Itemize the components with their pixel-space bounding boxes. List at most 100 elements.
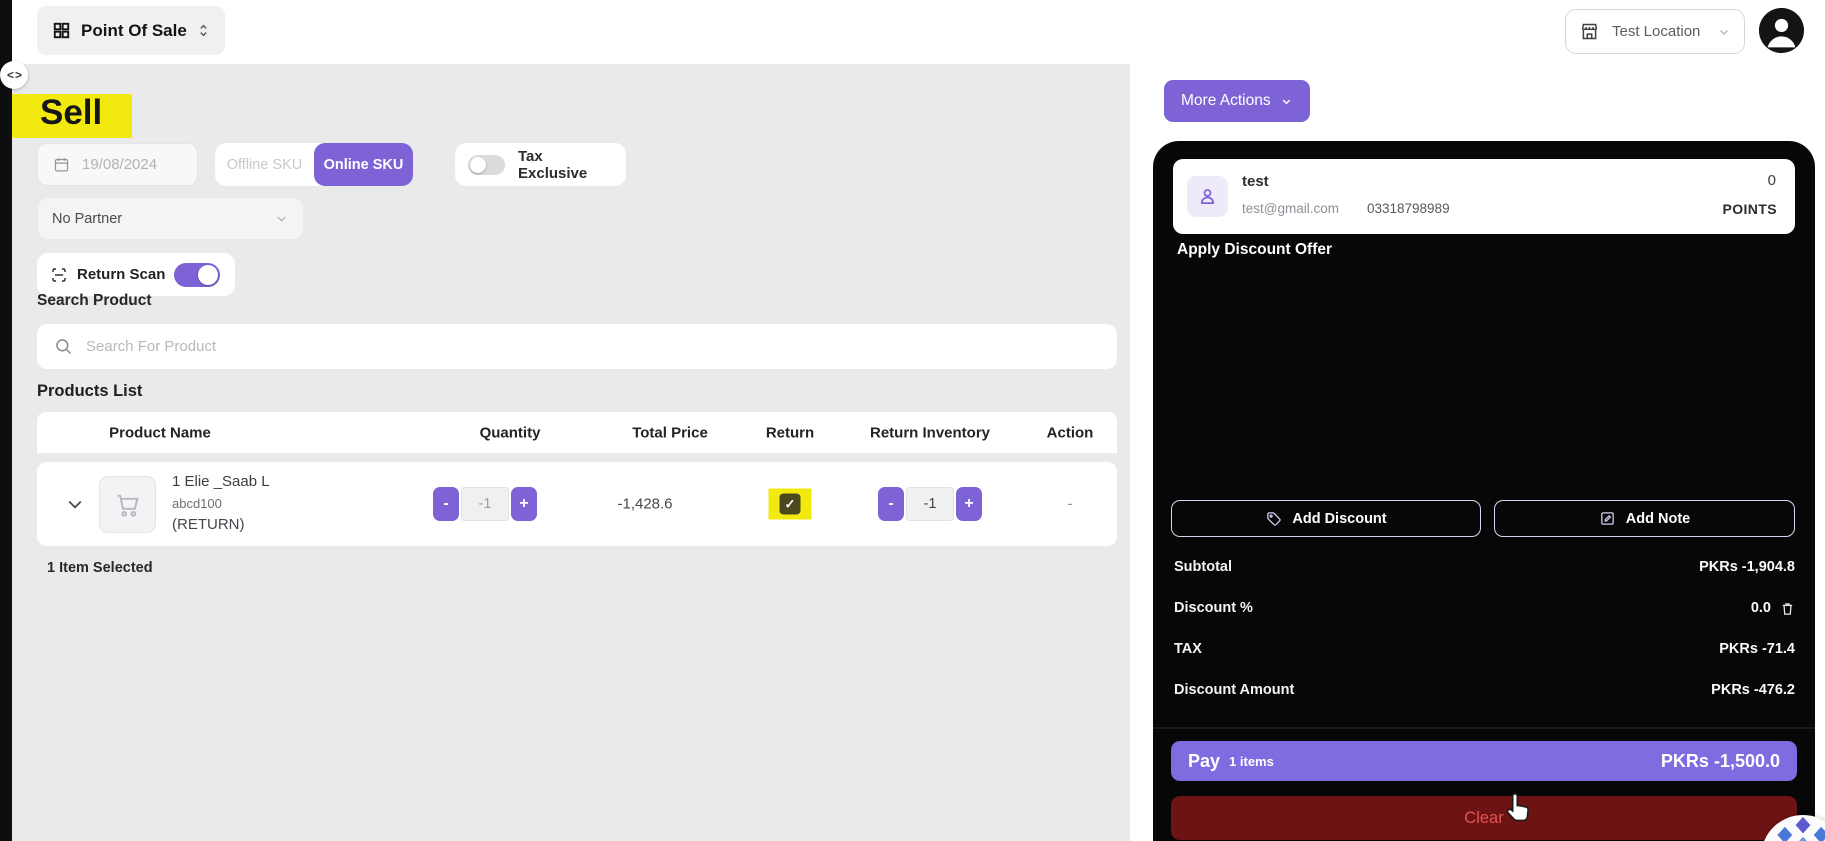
col-return: Return: [766, 424, 814, 441]
tag-icon: [1265, 510, 1282, 527]
product-thumbnail: [99, 476, 156, 533]
location-label: Test Location: [1612, 23, 1700, 40]
col-quantity: Quantity: [480, 424, 541, 441]
total-price-value: -1,428.6: [617, 496, 672, 513]
discount-amount-row: Discount Amount PKRs -476.2: [1174, 680, 1795, 700]
customer-email: test@gmail.com: [1242, 201, 1339, 216]
search-product-label: Search Product: [37, 292, 152, 310]
tax-exclusive-label: Tax Exclusive: [518, 148, 613, 182]
quantity-stepper: - +: [433, 487, 537, 521]
person-icon: [1759, 8, 1804, 53]
add-note-button[interactable]: Add Note: [1494, 500, 1795, 537]
customer-contacts: test@gmail.com 03318798989: [1242, 201, 1450, 216]
search-icon: [54, 337, 73, 356]
chevron-down-icon: [1280, 95, 1293, 108]
customer-card[interactable]: test test@gmail.com 03318798989 0 POINTS: [1173, 159, 1795, 234]
return-inventory-value[interactable]: [906, 487, 954, 521]
more-actions-button[interactable]: More Actions: [1164, 80, 1310, 122]
search-input[interactable]: [86, 338, 1100, 355]
discount-amount-value: PKRs -476.2: [1711, 682, 1795, 698]
discount-amount-label: Discount Amount: [1174, 682, 1294, 698]
customer-avatar: [1187, 176, 1228, 217]
sidebar-toggle-icon[interactable]: <>: [0, 61, 28, 89]
return-inventory-decrease-button[interactable]: -: [878, 487, 904, 521]
return-inventory-increase-button[interactable]: +: [956, 487, 982, 521]
date-value: 19/08/2024: [82, 156, 157, 173]
tax-exclusive-control: Tax Exclusive: [455, 143, 626, 186]
tax-row: TAX PKRs -71.4: [1174, 639, 1795, 659]
quantity-increase-button[interactable]: +: [511, 487, 537, 521]
product-return-tag: (RETURN): [172, 517, 270, 532]
customer-phone: 03318798989: [1367, 201, 1450, 216]
subtotal-value: PKRs -1,904.8: [1699, 559, 1795, 575]
pay-amount: PKRs -1,500.0: [1661, 751, 1780, 772]
customer-name: test: [1242, 173, 1269, 190]
pay-label: Pay: [1188, 751, 1220, 772]
person-icon: [1197, 186, 1218, 207]
page-title: Sell: [12, 94, 132, 138]
col-total-price: Total Price: [632, 424, 708, 441]
chevron-down-icon: [1717, 25, 1731, 39]
offline-sku-button[interactable]: Offline SKU: [215, 143, 314, 186]
tax-label: TAX: [1174, 641, 1202, 657]
quantity-decrease-button[interactable]: -: [433, 487, 459, 521]
return-checkbox[interactable]: ✓: [780, 494, 801, 515]
discount-percent-label: Discount %: [1174, 600, 1253, 616]
subtotal-row: Subtotal PKRs -1,904.8: [1174, 557, 1795, 577]
return-scan-control: Return Scan: [37, 253, 235, 296]
pay-items-count: 1 items: [1229, 754, 1274, 769]
app-switcher-button[interactable]: Point Of Sale: [37, 6, 225, 55]
selection-status: 1 Item Selected: [47, 560, 153, 576]
brand-logo-icon[interactable]: [1761, 815, 1825, 841]
return-scan-toggle[interactable]: [174, 263, 220, 287]
discount-percent-row: Discount % 0.0: [1174, 598, 1795, 618]
add-discount-button[interactable]: Add Discount: [1171, 500, 1481, 537]
return-checkbox-highlight: ✓: [769, 489, 812, 520]
clear-button[interactable]: Clear: [1171, 796, 1797, 840]
row-expander-chevron-icon[interactable]: [63, 493, 87, 517]
points-value: 0: [1768, 172, 1776, 189]
table-row: 1 Elie _Saab L abcd100 (RETURN) - + -1,4…: [37, 462, 1117, 546]
calendar-icon: [53, 156, 70, 173]
pay-section-divider: [1153, 727, 1815, 729]
product-sku: abcd100: [172, 497, 270, 510]
partner-value: No Partner: [52, 211, 122, 227]
cart-panel: test test@gmail.com 03318798989 0 POINTS…: [1153, 141, 1815, 841]
subtotal-label: Subtotal: [1174, 559, 1232, 575]
location-selector[interactable]: Test Location: [1565, 9, 1745, 54]
products-table-header: Product Name Quantity Total Price Return…: [37, 412, 1117, 453]
pay-button[interactable]: Pay 1 items PKRs -1,500.0: [1171, 741, 1797, 781]
pos-screen: Point Of Sale Test Location: [0, 0, 1825, 841]
col-product-name: Product Name: [109, 424, 211, 441]
more-actions-label: More Actions: [1181, 92, 1271, 110]
store-icon: [1579, 21, 1600, 42]
tax-exclusive-toggle[interactable]: [468, 155, 505, 175]
user-avatar[interactable]: [1759, 8, 1804, 53]
date-picker[interactable]: 19/08/2024: [37, 143, 198, 186]
points-label: POINTS: [1722, 201, 1777, 217]
tax-value: PKRs -71.4: [1719, 641, 1795, 657]
scan-icon: [50, 266, 68, 284]
col-action: Action: [1047, 424, 1094, 441]
cart-icon: [113, 490, 143, 520]
sku-mode-toggle: Offline SKU Online SKU: [215, 143, 413, 186]
sort-carets-icon: [197, 23, 210, 38]
online-sku-button[interactable]: Online SKU: [314, 143, 413, 186]
product-info: 1 Elie _Saab L abcd100 (RETURN): [172, 474, 270, 532]
discount-percent-value: 0.0: [1751, 600, 1771, 616]
col-return-inventory: Return Inventory: [870, 424, 990, 441]
trash-icon[interactable]: [1780, 601, 1795, 616]
quantity-value[interactable]: [461, 487, 509, 521]
left-edge-strip: [0, 0, 12, 841]
products-list-label: Products List: [37, 382, 142, 401]
add-discount-label: Add Discount: [1292, 511, 1386, 527]
product-name: 1 Elie _Saab L: [172, 474, 270, 489]
search-box: [37, 324, 1117, 369]
grid-icon: [52, 21, 71, 40]
sell-page: Sell 19/08/2024 Offline SKU Online SKU T…: [12, 64, 1130, 841]
note-edit-icon: [1599, 510, 1616, 527]
add-note-label: Add Note: [1626, 511, 1690, 527]
return-scan-label: Return Scan: [77, 266, 165, 283]
apply-discount-offer-label: Apply Discount Offer: [1177, 241, 1332, 259]
partner-select[interactable]: No Partner: [38, 198, 303, 239]
